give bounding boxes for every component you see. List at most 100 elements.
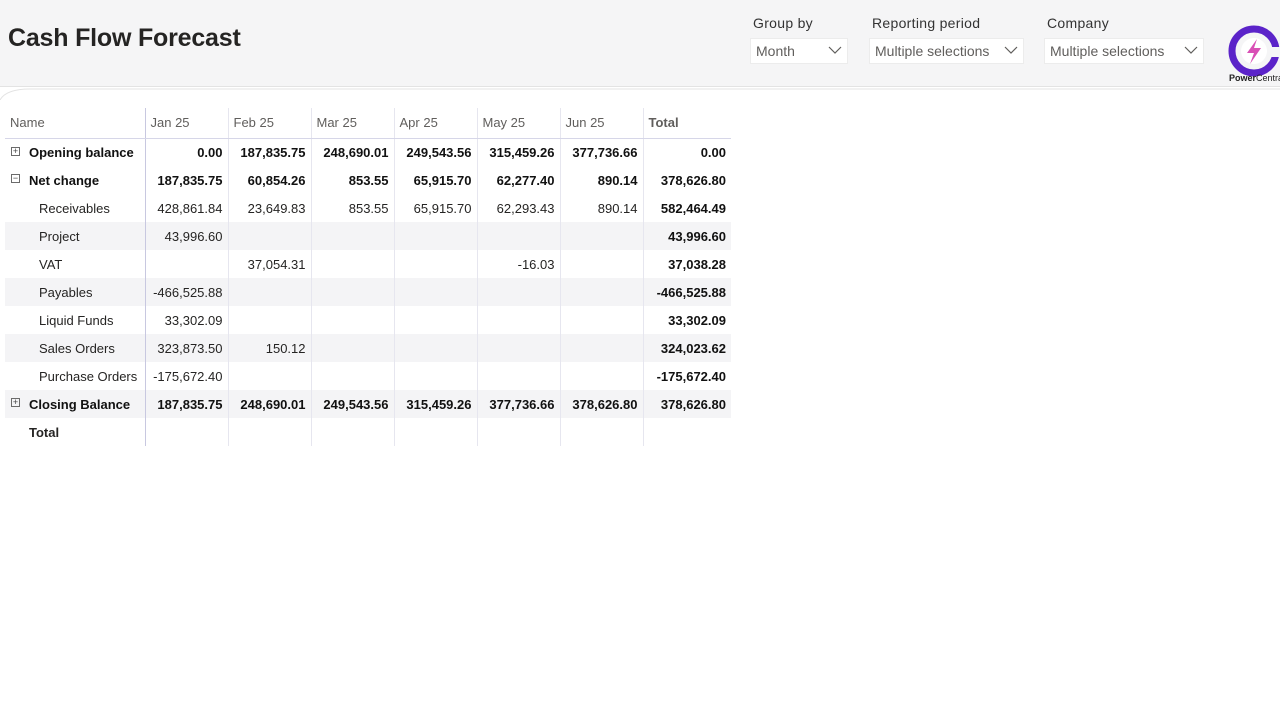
row-total-cell: 43,996.60 [642,222,731,250]
table-cell: 150.12 [227,334,311,362]
table-row: Receivables 428,861.84 23,649.83 853.55 65,9… [5,194,731,222]
table-cell [227,222,311,250]
table-cell: 323,873.50 [144,334,228,362]
table-cell: -16.03 [476,250,560,278]
table-cell [476,278,560,306]
table-cell: 248,690.01 [310,138,394,166]
row-label: Sales Orders [5,334,145,362]
column-header-apr[interactable]: Apr 25 [393,108,477,139]
table-cell: 33,302.09 [144,306,228,334]
row-label: Total [5,418,145,446]
column-header-mar[interactable]: Mar 25 [310,108,394,139]
table-cell [559,334,643,362]
column-header-feb[interactable]: Feb 25 [227,108,311,139]
table-cell [393,362,477,390]
table-cell [559,250,643,278]
row-label: − Net change [5,166,145,194]
table-cell [310,278,394,306]
table-row: Project 43,996.60 43,996.60 [5,222,731,250]
table-cell [144,250,228,278]
row-label: VAT [5,250,145,278]
row-label-text: Purchase Orders [39,368,138,384]
table-cell: 853.55 [310,166,394,194]
row-total-cell [642,418,731,446]
table-cell [393,222,477,250]
column-header-jan[interactable]: Jan 25 [144,108,228,139]
table-cell: 65,915.70 [393,194,477,222]
table-row: + Opening balance 0.00 187,835.75 248,690.01… [5,138,731,166]
table-cell [476,222,560,250]
table-cell [393,306,477,334]
table-cell [310,418,394,446]
table-row: Payables -466,525.88 -466,525.88 [5,278,731,306]
reporting-period-slicer: Reporting period Multiple selections [869,13,1024,64]
table-cell [559,222,643,250]
collapse-icon[interactable]: − [11,174,20,183]
report-header: Cash Flow Forecast Group by Month Report… [0,0,1280,87]
column-header-total[interactable]: Total [642,108,731,139]
header-divider [0,88,1280,100]
row-total-cell: 324,023.62 [642,334,731,362]
table-cell: 187,835.75 [144,166,228,194]
table-row: Purchase Orders -175,672.40 -175,672.40 [5,362,731,390]
table-cell: 187,835.75 [227,138,311,166]
table-cell: 377,736.66 [476,390,560,418]
row-label: + Closing Balance [5,390,145,418]
table-cell: 853.55 [310,194,394,222]
table-cell: -466,525.88 [144,278,228,306]
column-header-may[interactable]: May 25 [476,108,560,139]
table-cell: 62,277.40 [476,166,560,194]
group-by-slicer: Group by Month [750,13,848,64]
table-cell [227,306,311,334]
expand-icon[interactable]: + [11,398,20,407]
table-cell [310,250,394,278]
row-total-cell: -175,672.40 [642,362,731,390]
row-total-cell: 37,038.28 [642,250,731,278]
chevron-down-icon [1004,46,1018,54]
group-by-label: Group by [753,15,813,31]
table-cell: 43,996.60 [144,222,228,250]
row-label-text: Total [29,424,60,440]
row-label-text: Sales Orders [39,340,115,356]
table-cell: -175,672.40 [144,362,228,390]
table-cell [393,334,477,362]
table-cell: 428,861.84 [144,194,228,222]
row-label: Payables [5,278,145,306]
table-cell [476,362,560,390]
table-cell [310,306,394,334]
table-cell: 315,459.26 [476,138,560,166]
table-cell: 315,459.26 [393,390,477,418]
row-label-text: Receivables [39,200,110,216]
table-cell: 249,543.56 [310,390,394,418]
table-cell [227,278,311,306]
company-dropdown[interactable]: Multiple selections [1044,38,1204,64]
cash-flow-matrix: Name Jan 25 Feb 25 Mar 25 Apr 25 May 25 … [5,108,731,446]
group-by-dropdown[interactable]: Month [750,38,848,64]
table-cell [559,306,643,334]
row-label: Liquid Funds [5,306,145,334]
table-cell: 23,649.83 [227,194,311,222]
table-row: Liquid Funds 33,302.09 33,302.09 [5,306,731,334]
column-header-name[interactable]: Name [5,108,145,139]
reporting-period-dropdown[interactable]: Multiple selections [869,38,1024,64]
row-total-cell: -466,525.88 [642,278,731,306]
table-cell [227,418,311,446]
row-label: Purchase Orders [5,362,145,390]
row-label: Receivables [5,194,145,222]
column-header-jun[interactable]: Jun 25 [559,108,643,139]
table-cell [227,362,311,390]
table-cell [559,362,643,390]
table-row: Total [5,418,731,446]
page-title: Cash Flow Forecast [8,24,241,52]
row-label-text: Payables [39,284,93,300]
table-cell: 248,690.01 [227,390,311,418]
matrix-header-row: Name Jan 25 Feb 25 Mar 25 Apr 25 May 25 … [5,108,731,139]
table-row: VAT 37,054.31 -16.03 37,038.28 [5,250,731,278]
company-value: Multiple selections [1050,43,1165,59]
table-cell: 377,736.66 [559,138,643,166]
expand-icon[interactable]: + [11,146,20,156]
reporting-period-value: Multiple selections [875,43,990,59]
group-by-value: Month [756,43,795,59]
table-row: − Net change 187,835.75 60,854.26 853.55 65,9… [5,166,731,194]
row-total-cell: 378,626.80 [642,166,731,194]
